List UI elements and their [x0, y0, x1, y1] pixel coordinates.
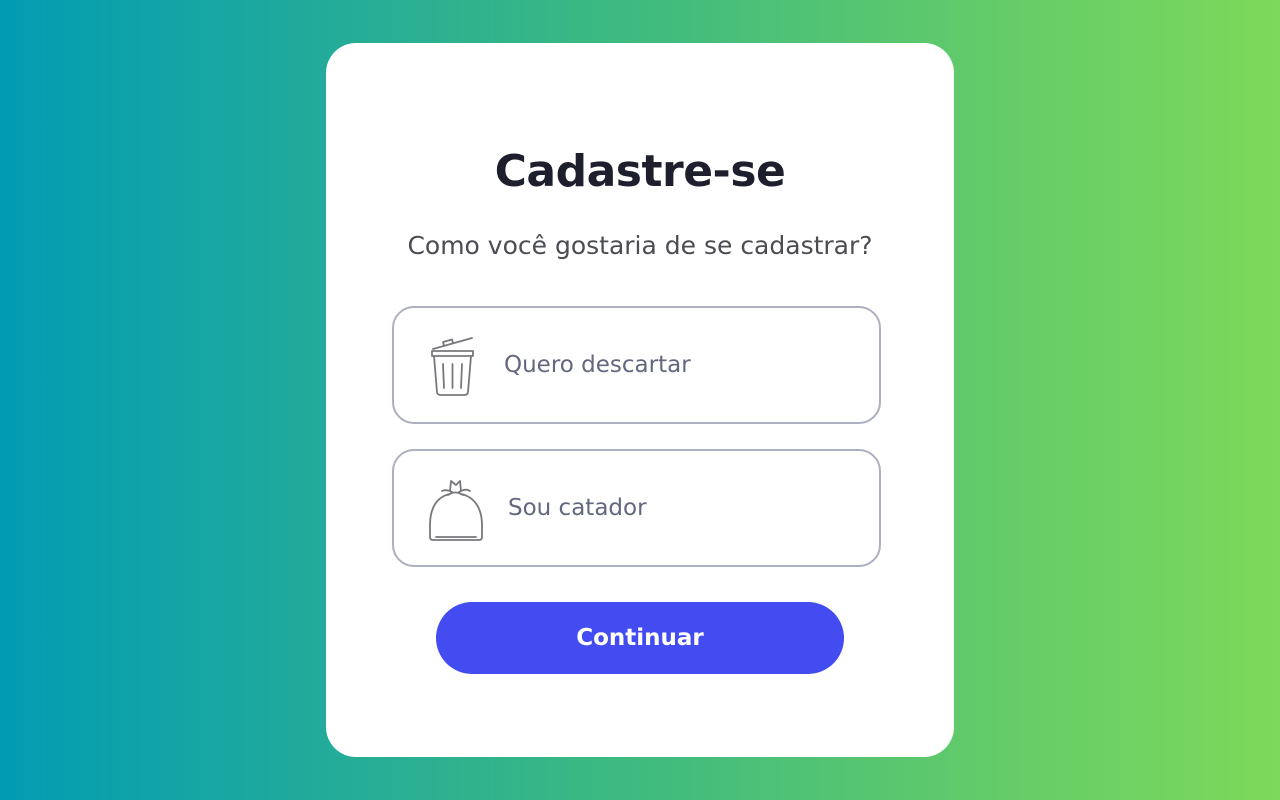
- page-subtitle: Como você gostaria de se cadastrar?: [407, 231, 873, 260]
- option-label: Sou catador: [508, 495, 647, 521]
- trash-can-icon: [431, 337, 474, 396]
- option-quero-descartar[interactable]: Quero descartar: [392, 306, 881, 424]
- garbage-bag-icon: [429, 480, 483, 541]
- page-title: Cadastre-se: [494, 146, 786, 197]
- option-label: Quero descartar: [504, 352, 691, 378]
- option-sou-catador[interactable]: Sou catador: [392, 449, 881, 567]
- continue-button[interactable]: Continuar: [436, 602, 844, 674]
